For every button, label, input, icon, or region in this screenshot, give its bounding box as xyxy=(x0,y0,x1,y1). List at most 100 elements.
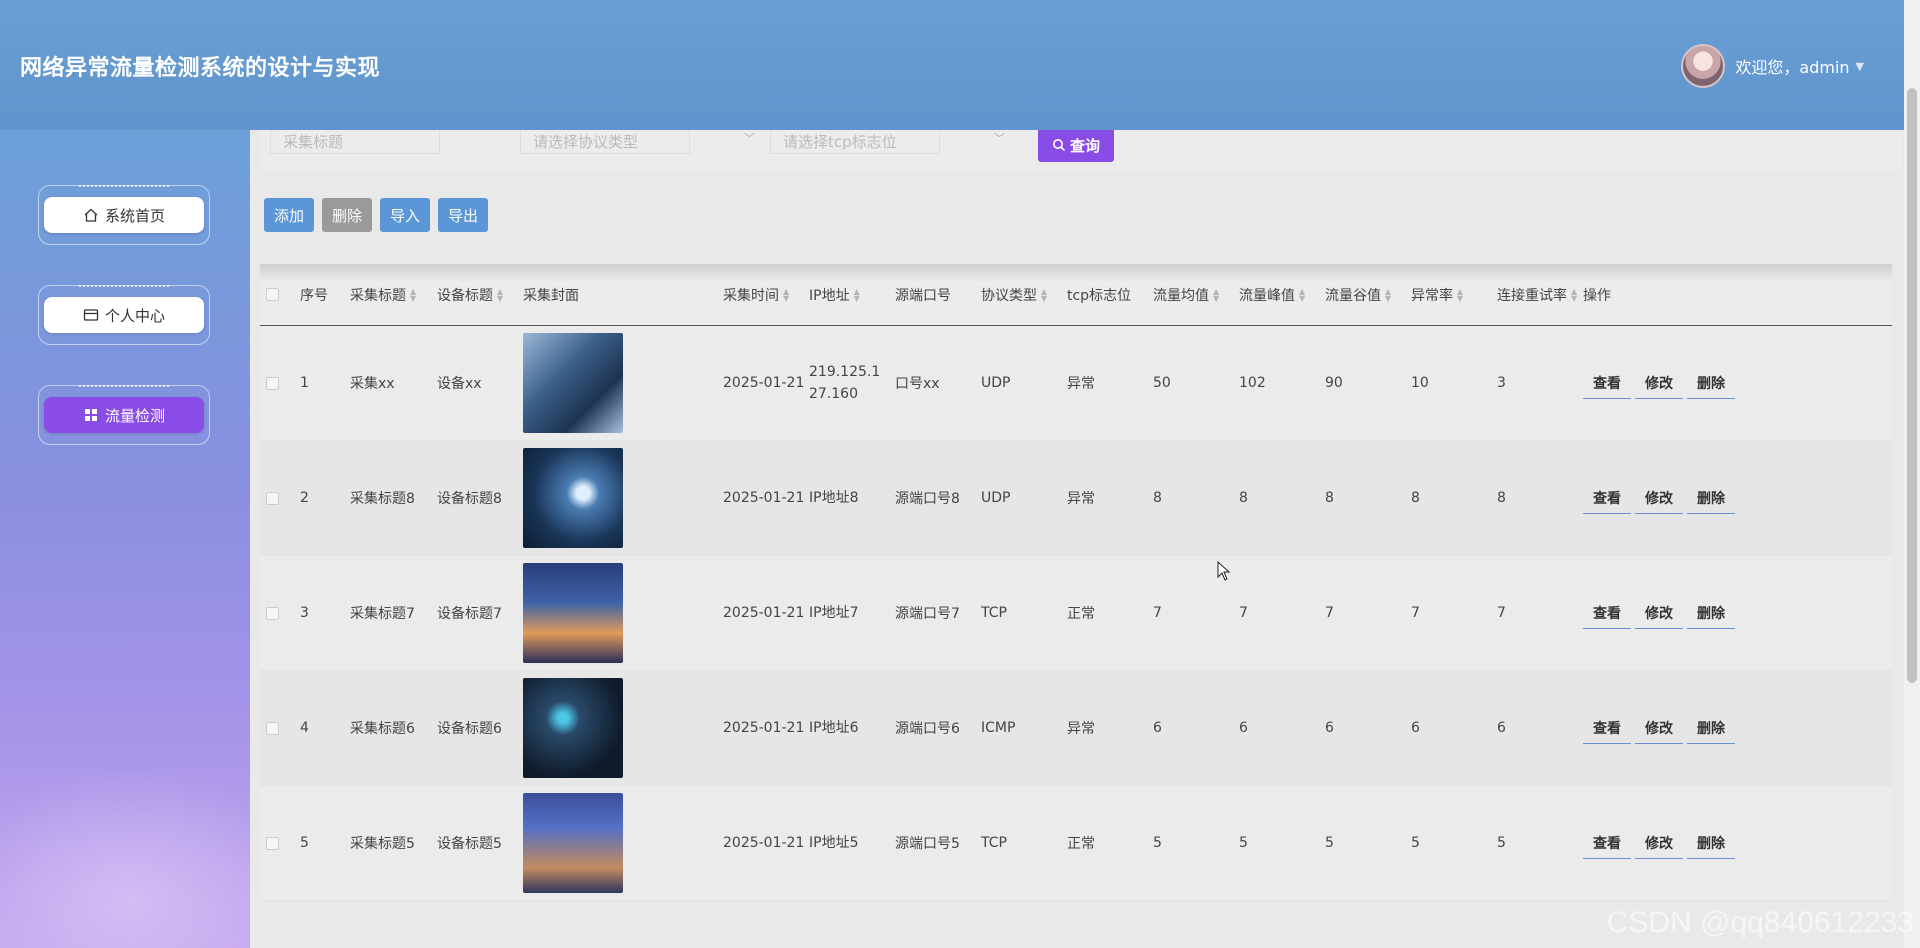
delete-row-button[interactable]: 删除 xyxy=(1687,712,1735,744)
user-menu[interactable]: 欢迎您，admin ▼ xyxy=(1681,44,1864,88)
home-icon xyxy=(84,208,98,222)
header-protocol[interactable]: 协议类型 ▲ ▼ xyxy=(981,285,1067,305)
delete-button[interactable]: 删除 xyxy=(322,198,373,232)
cell-port: 源端口号5 xyxy=(895,836,960,852)
view-button[interactable]: 查看 xyxy=(1583,827,1631,859)
header-time[interactable]: 采集时间 ▲ ▼ xyxy=(723,285,809,305)
sidebar-item-traffic[interactable]: 流量检测 xyxy=(38,385,210,445)
edit-button[interactable]: 修改 xyxy=(1635,367,1683,399)
cell-protocol: UDP xyxy=(981,375,1011,391)
sort-icon: ▲ ▼ xyxy=(783,286,790,303)
edit-button[interactable]: 修改 xyxy=(1635,827,1683,859)
row-checkbox[interactable] xyxy=(266,491,279,505)
export-button[interactable]: 导出 xyxy=(438,198,489,232)
sidebar-item-label: 个人中心 xyxy=(104,306,165,325)
cell-time: 2025-01-21 xyxy=(723,375,805,391)
welcome-text[interactable]: 欢迎您，admin xyxy=(1735,54,1849,78)
view-button[interactable]: 查看 xyxy=(1583,712,1631,744)
table-row: 4 采集标题6 设备标题6 2025-01-21 IP地址6 源端口号6 ICMP 异常 6 6 6… xyxy=(260,671,1892,786)
vertical-scrollbar[interactable] xyxy=(1904,0,1920,948)
edit-button[interactable]: 修改 xyxy=(1635,712,1683,744)
cell-ip: 219.125.127.160 xyxy=(809,364,881,402)
cell-device: 设备标题8 xyxy=(437,491,502,507)
header-ip[interactable]: IP地址 ▲ ▼ xyxy=(809,285,895,305)
cell-time: 2025-01-21 xyxy=(723,835,805,851)
header-avg[interactable]: 流量均值 ▲ ▼ xyxy=(1153,285,1239,305)
import-button[interactable]: 导入 xyxy=(380,198,431,232)
cell-valley: 6 xyxy=(1325,720,1334,736)
query-button[interactable]: 查询 xyxy=(1038,130,1114,162)
table-row: 1 采集xx 设备xx 2025-01-21 219.125.127.160 口号xx UD… xyxy=(260,326,1892,441)
header-retry[interactable]: 连接重试率 ▲ ▼ xyxy=(1497,285,1583,305)
cell-time: 2025-01-21 xyxy=(723,490,805,506)
row-checkbox[interactable] xyxy=(266,376,279,390)
header-peak[interactable]: 流量峰值 ▲ ▼ xyxy=(1239,285,1325,305)
header-title[interactable]: 采集标题 ▲ ▼ xyxy=(350,285,437,305)
header-tcp: tcp标志位 xyxy=(1067,287,1132,304)
header-valley[interactable]: 流量谷值 ▲ ▼ xyxy=(1325,285,1411,305)
cell-tcp: 异常 xyxy=(1067,721,1095,737)
toolbar: 添加 删除 导入 导出 xyxy=(264,198,489,232)
cell-time: 2025-01-21 xyxy=(723,605,805,621)
row-checkbox[interactable] xyxy=(266,606,279,620)
sidebar-item-label: 系统首页 xyxy=(104,206,165,225)
table-header: 序号 采集标题 ▲ ▼ 设备标题 ▲ ▼ 采集封面 采集时间 ▲ ▼ IP地址 ▲ ▼ 源端口号… xyxy=(260,264,1892,326)
cell-retry: 5 xyxy=(1497,835,1506,851)
view-button[interactable]: 查看 xyxy=(1583,367,1631,399)
app-title: 网络异常流量检测系统的设计与实现 xyxy=(20,56,381,81)
sidebar-item-label: 流量检测 xyxy=(104,406,165,425)
cell-protocol: UDP xyxy=(981,490,1011,506)
cell-anomaly: 5 xyxy=(1411,835,1420,851)
add-button[interactable]: 添加 xyxy=(264,198,315,232)
edit-button[interactable]: 修改 xyxy=(1635,597,1683,629)
cell-retry: 7 xyxy=(1497,605,1506,621)
table-body: 1 采集xx 设备xx 2025-01-21 219.125.127.160 口号xx UD… xyxy=(260,326,1892,901)
cell-tcp: 异常 xyxy=(1067,491,1095,507)
edit-button[interactable]: 修改 xyxy=(1635,482,1683,514)
cell-title: 采集xx xyxy=(350,376,395,392)
sidebar: 系统首页 个人中心 流量检测 xyxy=(0,130,250,948)
cell-tcp: 正常 xyxy=(1067,836,1095,852)
sort-icon: ▲ ▼ xyxy=(1457,286,1464,303)
view-button[interactable]: 查看 xyxy=(1583,482,1631,514)
cell-no: 4 xyxy=(300,720,309,736)
cell-valley: 7 xyxy=(1325,605,1334,621)
cell-retry: 6 xyxy=(1497,720,1506,736)
cell-anomaly: 6 xyxy=(1411,720,1420,736)
chevron-down-icon[interactable]: ﹀ xyxy=(994,130,1005,146)
tcp-flag-select[interactable]: 请选择tcp标志位 xyxy=(770,130,940,154)
delete-row-button[interactable]: 删除 xyxy=(1687,482,1735,514)
delete-row-button[interactable]: 删除 xyxy=(1687,367,1735,399)
title-search-input[interactable]: 采集标题 xyxy=(270,130,440,154)
header-anomaly[interactable]: 异常率 ▲ ▼ xyxy=(1411,285,1497,305)
search-bar: 采集标题 请选择协议类型 ﹀ 请选择tcp标志位 ﹀ 查询 xyxy=(260,130,1902,170)
protocol-select[interactable]: 请选择协议类型 xyxy=(520,130,690,154)
table-row: 3 采集标题7 设备标题7 2025-01-21 IP地址7 源端口号7 TCP 正常 7 7 7 7… xyxy=(260,556,1892,671)
cell-tcp: 异常 xyxy=(1067,376,1095,392)
sort-icon: ▲ ▼ xyxy=(1213,286,1220,303)
cell-valley: 5 xyxy=(1325,835,1334,851)
main-content: 采集标题 请选择协议类型 ﹀ 请选择tcp标志位 ﹀ 查询 添加 删除 导入 导… xyxy=(250,130,1904,948)
scroll-thumb[interactable] xyxy=(1907,88,1917,683)
row-checkbox[interactable] xyxy=(266,836,279,850)
chevron-down-icon[interactable]: ▼ xyxy=(1856,60,1864,73)
view-button[interactable]: 查看 xyxy=(1583,597,1631,629)
header-cover: 采集封面 xyxy=(523,287,579,304)
header-device[interactable]: 设备标题 ▲ ▼ xyxy=(437,285,523,305)
cell-device: 设备标题5 xyxy=(437,836,502,852)
sidebar-item-profile[interactable]: 个人中心 xyxy=(38,285,210,345)
delete-row-button[interactable]: 删除 xyxy=(1687,597,1735,629)
cover-image xyxy=(523,678,623,778)
cell-protocol: TCP xyxy=(981,835,1007,851)
cell-anomaly: 7 xyxy=(1411,605,1420,621)
chevron-down-icon[interactable]: ﹀ xyxy=(744,130,755,146)
cell-no: 2 xyxy=(300,490,309,506)
sidebar-item-home[interactable]: 系统首页 xyxy=(38,185,210,245)
cell-no: 5 xyxy=(300,835,309,851)
cell-ip: IP地址7 xyxy=(809,605,859,621)
delete-row-button[interactable]: 删除 xyxy=(1687,827,1735,859)
select-all-checkbox[interactable] xyxy=(266,288,279,301)
row-checkbox[interactable] xyxy=(266,721,279,735)
avatar[interactable] xyxy=(1681,44,1726,88)
cell-port: 口号xx xyxy=(895,376,940,392)
